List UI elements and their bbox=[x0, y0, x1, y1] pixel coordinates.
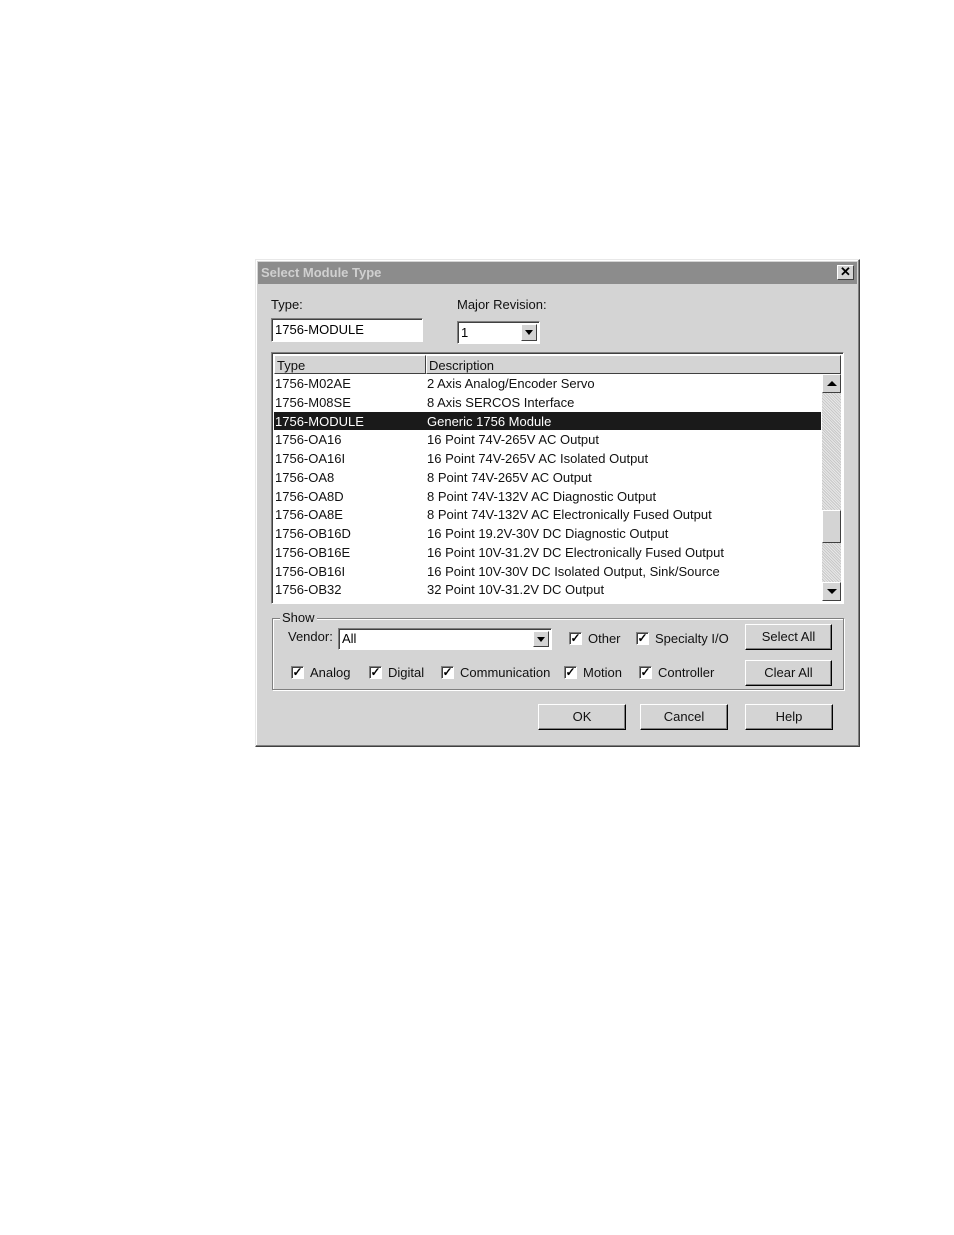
vendor-label: Vendor: bbox=[288, 629, 333, 644]
row-type-cell: 1756-OB32 bbox=[275, 582, 342, 598]
vendor-select[interactable]: All bbox=[338, 628, 552, 650]
row-description-cell: Generic 1756 Module bbox=[427, 413, 552, 429]
row-type-cell: 1756-OA8D bbox=[275, 488, 344, 504]
motion-label[interactable]: Motion bbox=[583, 665, 622, 680]
row-description-cell: 16 Point 10V-30V DC Isolated Output, Sin… bbox=[427, 563, 720, 579]
check-icon: ✓ bbox=[640, 665, 651, 679]
row-description-cell: 8 Point 74V-132V AC Electronically Fused… bbox=[427, 507, 712, 523]
row-type-cell: 1756-MODULE bbox=[275, 413, 364, 429]
select-all-button[interactable]: Select All bbox=[745, 624, 832, 650]
major-revision-label: Major Revision: bbox=[457, 297, 547, 312]
specialty-io-checkbox[interactable]: ✓ bbox=[636, 632, 649, 645]
other-checkbox[interactable]: ✓ bbox=[569, 632, 582, 645]
column-header-type[interactable]: Type bbox=[274, 355, 426, 374]
communication-checkbox[interactable]: ✓ bbox=[441, 666, 454, 679]
analog-label[interactable]: Analog bbox=[310, 665, 350, 680]
row-type-cell: 1756-M08SE bbox=[275, 394, 351, 410]
cancel-button[interactable]: Cancel bbox=[640, 704, 728, 730]
show-group: Show Vendor: All ✓ Other ✓ Specialty I/O… bbox=[272, 610, 844, 690]
table-row[interactable]: 1756-M02AE 2 Axis Analog/Encoder Servo bbox=[274, 374, 821, 393]
row-type-cell: 1756-OA8E bbox=[275, 507, 343, 523]
table-row[interactable]: 1756-M08SE 8 Axis SERCOS Interface bbox=[274, 393, 821, 412]
show-group-title: Show bbox=[280, 610, 317, 625]
table-row[interactable]: 1756-MODULE Generic 1756 Module bbox=[274, 411, 821, 431]
scroll-thumb[interactable] bbox=[822, 510, 841, 543]
clear-all-button[interactable]: Clear All bbox=[745, 660, 832, 686]
table-row[interactable]: 1756-OB16D 16 Point 19.2V-30V DC Diagnost… bbox=[274, 524, 821, 543]
scroll-down-icon[interactable] bbox=[822, 582, 841, 601]
row-type-cell: 1756-OA16 bbox=[275, 432, 342, 448]
table-row[interactable]: 1756-OA8D 8 Point 74V-132V AC Diagnostic … bbox=[274, 487, 821, 506]
row-description-cell: 2 Axis Analog/Encoder Servo bbox=[427, 376, 595, 391]
close-button[interactable]: ✕ bbox=[837, 265, 854, 280]
table-row[interactable]: 1756-OB16E 16 Point 10V-31.2V DC Electron… bbox=[274, 543, 821, 562]
type-input-value: 1756-MODULE bbox=[275, 322, 364, 337]
row-description-cell: 16 Point 74V-265V AC Output bbox=[427, 432, 600, 448]
chevron-down-icon[interactable] bbox=[521, 324, 537, 341]
check-icon: ✓ bbox=[565, 665, 576, 679]
controller-checkbox[interactable]: ✓ bbox=[639, 666, 652, 679]
type-input[interactable]: 1756-MODULE bbox=[271, 318, 423, 342]
motion-checkbox[interactable]: ✓ bbox=[564, 666, 577, 679]
table-row[interactable]: 1756-OA16I 16 Point 74V-265V AC Isolated … bbox=[274, 449, 821, 468]
row-description-cell: 8 Point 74V-265V AC Output bbox=[427, 469, 592, 485]
dialog-title: Select Module Type bbox=[261, 265, 382, 280]
help-button[interactable]: Help bbox=[745, 704, 833, 730]
row-description-cell: 16 Point 19.2V-30V DC Diagnostic Output bbox=[427, 526, 669, 541]
list-header: Type Description bbox=[274, 355, 841, 374]
row-type-cell: 1756-OB16D bbox=[275, 526, 351, 541]
controller-label[interactable]: Controller bbox=[658, 665, 714, 680]
check-icon: ✓ bbox=[570, 631, 581, 645]
row-description-cell: 8 Axis SERCOS Interface bbox=[427, 394, 575, 410]
row-type-cell: 1756-OB16I bbox=[275, 563, 346, 579]
row-description-cell: 16 Point 74V-265V AC Isolated Output bbox=[427, 451, 649, 466]
table-row[interactable]: 1756-OA16 16 Point 74V-265V AC Output bbox=[274, 430, 821, 449]
row-description-cell: 16 Point 10V-31.2V DC Electronically Fus… bbox=[427, 544, 724, 560]
row-type-cell: 1756-M02AE bbox=[275, 376, 351, 391]
select-module-type-dialog: Select Module Type ✕ Type: 1756-MODULE M… bbox=[255, 259, 860, 747]
row-type-cell: 1756-OA8 bbox=[275, 469, 335, 485]
check-icon: ✓ bbox=[292, 665, 303, 679]
column-header-description[interactable]: Description bbox=[426, 355, 841, 374]
check-icon: ✓ bbox=[442, 665, 453, 679]
table-row[interactable]: 1756-OB32 32 Point 10V-31.2V DC Output bbox=[274, 580, 821, 599]
module-list[interactable]: Type Description 1756-M02AE 2 Axis Analog… bbox=[271, 352, 844, 604]
vertical-scrollbar[interactable] bbox=[822, 374, 841, 601]
analog-checkbox[interactable]: ✓ bbox=[291, 666, 304, 679]
specialty-io-label[interactable]: Specialty I/O bbox=[655, 631, 729, 646]
communication-label[interactable]: Communication bbox=[460, 665, 550, 680]
close-icon: ✕ bbox=[840, 264, 851, 279]
row-description-cell: 8 Point 74V-132V AC Diagnostic Output bbox=[427, 488, 657, 504]
ok-button[interactable]: OK bbox=[538, 704, 626, 730]
table-row[interactable]: 1756-OA8E 8 Point 74V-132V AC Electronica… bbox=[274, 505, 821, 524]
table-row[interactable]: 1756-OB16I 16 Point 10V-30V DC Isolated O… bbox=[274, 562, 821, 581]
type-label: Type: bbox=[271, 297, 303, 312]
major-revision-select[interactable]: 1 bbox=[457, 321, 540, 344]
row-type-cell: 1756-OB16E bbox=[275, 544, 351, 560]
table-row[interactable]: 1756-OA8 8 Point 74V-265V AC Output bbox=[274, 468, 821, 487]
vendor-value: All bbox=[342, 631, 357, 646]
list-rows: 1756-M02AE 2 Axis Analog/Encoder Servo 175… bbox=[274, 374, 821, 599]
title-bar[interactable]: Select Module Type ✕ bbox=[258, 262, 857, 284]
check-icon: ✓ bbox=[637, 631, 648, 645]
digital-label[interactable]: Digital bbox=[388, 665, 424, 680]
major-revision-value: 1 bbox=[461, 325, 469, 340]
row-description-cell: 32 Point 10V-31.2V DC Output bbox=[427, 582, 605, 598]
row-type-cell: 1756-OA16I bbox=[275, 451, 346, 466]
digital-checkbox[interactable]: ✓ bbox=[369, 666, 382, 679]
scroll-up-icon[interactable] bbox=[822, 374, 841, 393]
check-icon: ✓ bbox=[370, 665, 381, 679]
other-label[interactable]: Other bbox=[588, 631, 621, 646]
chevron-down-icon[interactable] bbox=[533, 631, 549, 647]
